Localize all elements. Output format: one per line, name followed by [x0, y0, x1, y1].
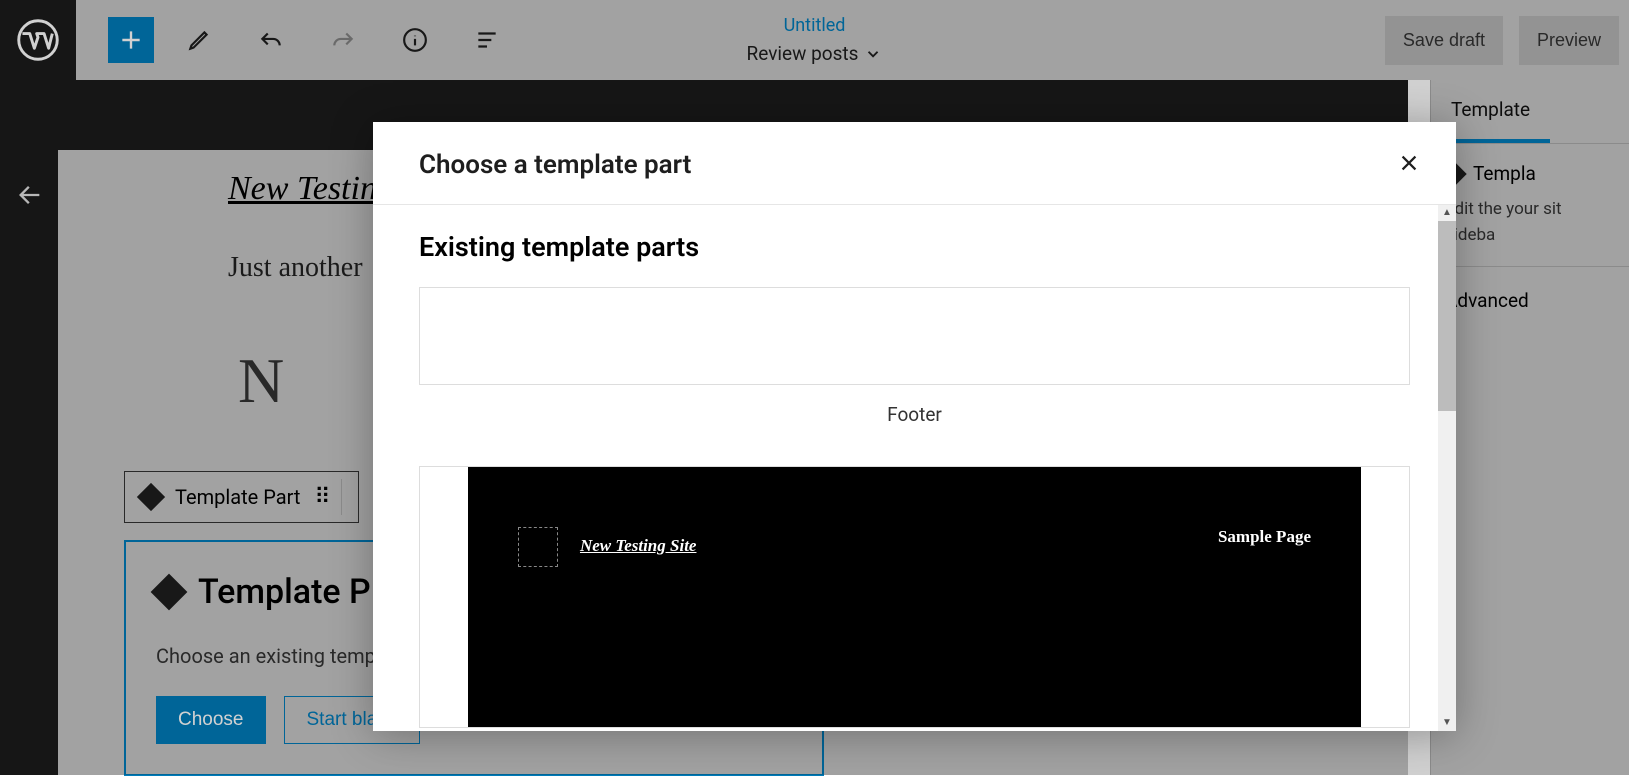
site-logo-placeholder — [518, 527, 558, 567]
preview-site-name: New Testing Site — [580, 536, 697, 555]
template-part-option-footer-label: Footer — [419, 403, 1410, 426]
modal-close-button[interactable] — [1392, 146, 1426, 184]
close-icon — [1398, 152, 1420, 174]
preview-nav-link: Sample Page — [1218, 527, 1311, 727]
scroll-up-icon[interactable]: ▲ — [1438, 205, 1456, 221]
header-preview: New Testing Site Sample Page — [468, 467, 1361, 727]
scroll-down-icon[interactable]: ▼ — [1438, 715, 1456, 731]
existing-template-parts-heading: Existing template parts — [419, 231, 1410, 263]
modal-body: Existing template parts Footer New Testi… — [373, 205, 1456, 731]
choose-template-part-modal: Choose a template part Existing template… — [373, 122, 1456, 731]
template-part-option-header[interactable]: New Testing Site Sample Page — [419, 466, 1410, 728]
modal-title: Choose a template part — [419, 150, 691, 180]
template-part-option-footer[interactable] — [419, 287, 1410, 385]
scroll-thumb[interactable] — [1438, 221, 1456, 411]
modal-header: Choose a template part — [373, 122, 1456, 205]
modal-scrollbar[interactable]: ▲ ▼ — [1438, 205, 1456, 731]
